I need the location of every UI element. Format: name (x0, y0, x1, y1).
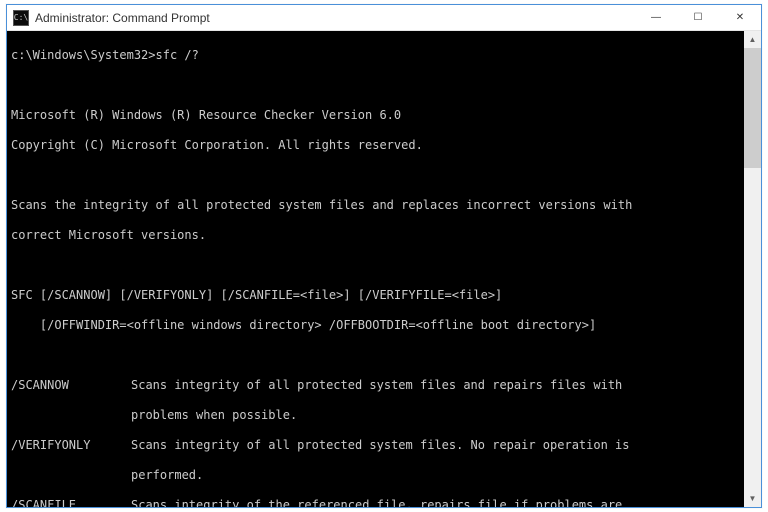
option-switch (11, 408, 131, 423)
client-area: c:\Windows\System32>sfc /? Microsoft (R)… (7, 31, 761, 507)
close-button[interactable]: ✕ (719, 5, 761, 31)
option-switch: /VERIFYONLY (11, 438, 131, 453)
window-title: Administrator: Command Prompt (35, 11, 210, 25)
option-row: performed. (11, 468, 740, 483)
option-switch: /SCANFILE (11, 498, 131, 507)
minimize-button[interactable]: — (635, 5, 677, 31)
desc-line: Scans the integrity of all protected sys… (11, 198, 740, 213)
copyright-line: Copyright (C) Microsoft Corporation. All… (11, 138, 740, 153)
option-row: /SCANNOWScans integrity of all protected… (11, 378, 740, 393)
option-desc: problems when possible. (131, 408, 740, 423)
option-row: /SCANFILEScans integrity of the referenc… (11, 498, 740, 507)
option-desc: Scans integrity of all protected system … (131, 438, 740, 453)
usage-line: [/OFFWINDIR=<offline windows directory> … (11, 318, 740, 333)
prompt-line: c:\Windows\System32>sfc /? (11, 48, 740, 63)
maximize-button[interactable]: ☐ (677, 5, 719, 31)
cmd-icon: C:\ (13, 10, 29, 26)
option-desc: performed. (131, 468, 740, 483)
option-switch (11, 468, 131, 483)
console-output[interactable]: c:\Windows\System32>sfc /? Microsoft (R)… (7, 31, 744, 507)
option-desc: Scans integrity of the referenced file, … (131, 498, 740, 507)
option-row: problems when possible. (11, 408, 740, 423)
desc-line: correct Microsoft versions. (11, 228, 740, 243)
blank-line (11, 78, 740, 93)
blank-line (11, 168, 740, 183)
title-bar[interactable]: C:\ Administrator: Command Prompt — ☐ ✕ (7, 5, 761, 31)
scroll-up-arrow-icon[interactable]: ▲ (744, 31, 761, 48)
option-row: /VERIFYONLYScans integrity of all protec… (11, 438, 740, 453)
option-desc: Scans integrity of all protected system … (131, 378, 740, 393)
window-frame: C:\ Administrator: Command Prompt — ☐ ✕ … (6, 4, 762, 508)
vertical-scrollbar[interactable]: ▲ ▼ (744, 31, 761, 507)
usage-line: SFC [/SCANNOW] [/VERIFYONLY] [/SCANFILE=… (11, 288, 740, 303)
blank-line (11, 258, 740, 273)
product-line: Microsoft (R) Windows (R) Resource Check… (11, 108, 740, 123)
scrollbar-thumb[interactable] (744, 48, 761, 168)
blank-line (11, 348, 740, 363)
option-switch: /SCANNOW (11, 378, 131, 393)
scroll-down-arrow-icon[interactable]: ▼ (744, 490, 761, 507)
scrollbar-track[interactable] (744, 48, 761, 490)
